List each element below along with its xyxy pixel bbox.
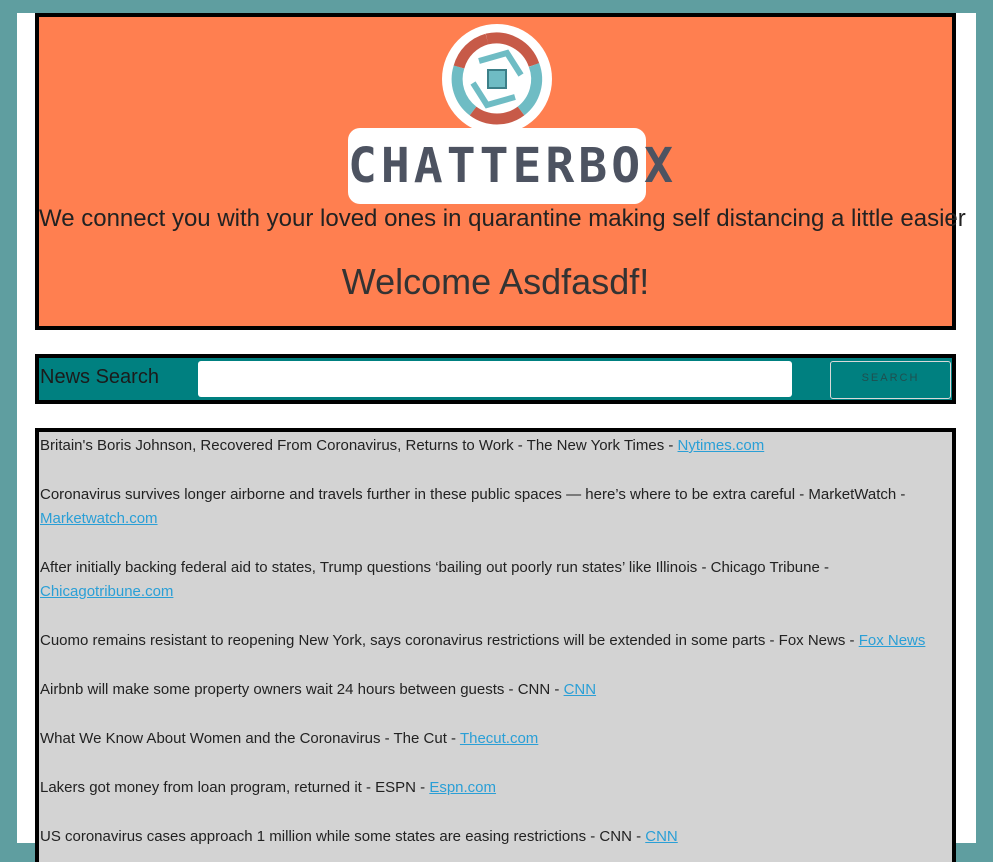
news-headline: What We Know About Women and the Coronav… — [40, 730, 460, 747]
search-button[interactable]: SEARCH — [830, 361, 951, 399]
news-search-input[interactable] — [198, 361, 792, 397]
news-list: Britain's Boris Johnson, Recovered From … — [35, 428, 956, 862]
news-source-link[interactable]: Fox News — [859, 632, 926, 649]
chatterbox-logo: CHATTERBOX — [348, 24, 673, 206]
list-item: Britain's Boris Johnson, Recovered From … — [40, 434, 952, 458]
list-item: Cuomo remains resistant to reopening New… — [40, 629, 952, 653]
welcome-heading: Welcome Asdfasdf! — [341, 261, 650, 302]
news-search-bar: News Search SEARCH — [35, 354, 956, 404]
header-banner: CHATTERBOX We connect you with your love… — [35, 13, 966, 330]
tagline: We connect you with your loved ones in q… — [39, 205, 966, 232]
news-search-label: News Search — [40, 366, 159, 388]
list-item: Airbnb will make some property owners wa… — [40, 678, 952, 702]
news-headline: Lakers got money from loan program, retu… — [40, 779, 430, 796]
news-headline: Coronavirus survives longer airborne and… — [40, 486, 906, 503]
list-item: What We Know About Women and the Coronav… — [40, 727, 952, 751]
brand-wordmark: CHATTERBOX — [348, 128, 673, 204]
page-container: CHATTERBOX We connect you with your love… — [17, 13, 976, 862]
news-source-link[interactable]: CNN — [564, 681, 597, 698]
news-headline: Airbnb will make some property owners wa… — [40, 681, 564, 698]
list-item: US coronavirus cases approach 1 million … — [40, 825, 952, 849]
news-source-link[interactable]: CNN — [645, 828, 678, 845]
news-source-link[interactable]: Espn.com — [429, 779, 496, 796]
news-headline: Cuomo remains resistant to reopening New… — [40, 632, 859, 649]
list-item: Coronavirus survives longer airborne and… — [40, 483, 952, 531]
news-headline: Britain's Boris Johnson, Recovered From … — [40, 437, 678, 454]
list-item: After initially backing federal aid to s… — [40, 556, 952, 604]
news-source-link[interactable]: Thecut.com — [460, 730, 538, 747]
list-item: Lakers got money from loan program, retu… — [40, 776, 952, 800]
news-source-link[interactable]: Nytimes.com — [678, 437, 765, 454]
news-headline: After initially backing federal aid to s… — [40, 559, 830, 576]
news-source-link[interactable]: Chicagotribune.com — [40, 583, 173, 600]
news-headline: US coronavirus cases approach 1 million … — [40, 828, 646, 845]
news-source-link[interactable]: Marketwatch.com — [40, 510, 158, 527]
aperture-logo-icon — [442, 24, 552, 134]
